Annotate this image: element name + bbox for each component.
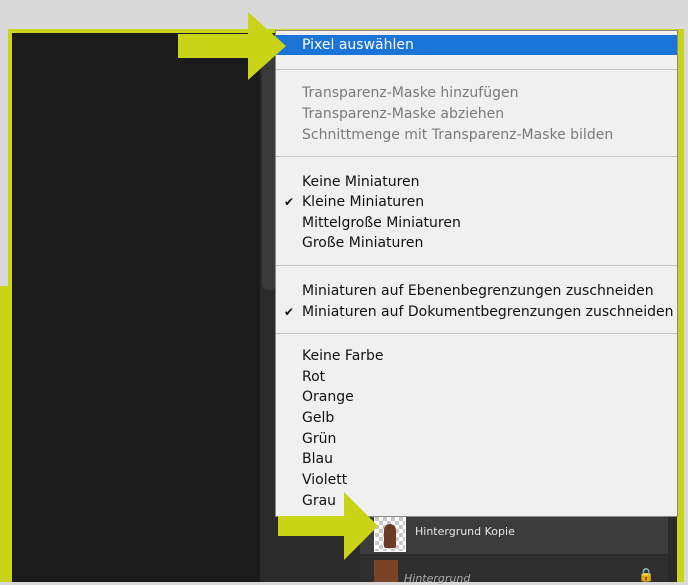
menu-separator	[276, 265, 677, 266]
menu-item-red[interactable]: Rot	[276, 367, 677, 387]
menu-separator	[276, 69, 677, 70]
highlight-frame-left-bottom	[0, 286, 12, 582]
menu-item-clip-to-document-bounds[interactable]: ✔ Miniaturen auf Dokumentbegrenzungen zu…	[276, 302, 677, 322]
canvas-area	[12, 33, 260, 582]
menu-item-no-color[interactable]: Keine Farbe	[276, 346, 677, 366]
layer-name: Hintergrund	[404, 572, 471, 585]
menu-item-medium-thumbnails[interactable]: Mittelgroße Miniaturen	[276, 213, 677, 233]
menu-item-subtract-transparency-mask[interactable]: Transparenz-Maske abziehen	[276, 104, 677, 124]
menu-item-small-thumbnails[interactable]: ✔ Kleine Miniaturen	[276, 192, 677, 212]
thumbnail-figure	[384, 524, 396, 548]
arrow-right-icon	[178, 12, 286, 80]
menu-separator	[276, 333, 677, 334]
arrow-right-icon	[278, 492, 378, 560]
menu-item-label: Miniaturen auf Dokumentbegrenzungen zusc…	[302, 304, 674, 320]
menu-item-yellow[interactable]: Gelb	[276, 408, 677, 428]
layer-context-menu: Pixel auswählen Transparenz-Maske hinzuf…	[276, 31, 677, 516]
menu-item-blue[interactable]: Blau	[276, 449, 677, 469]
menu-item-clip-to-layer-bounds[interactable]: Miniaturen auf Ebenenbegrenzungen zuschn…	[276, 281, 677, 301]
menu-item-large-thumbnails[interactable]: Große Miniaturen	[276, 233, 677, 253]
menu-item-select-pixels[interactable]: Pixel auswählen	[276, 35, 677, 55]
menu-item-orange[interactable]: Orange	[276, 387, 677, 407]
menu-item-violet[interactable]: Violett	[276, 470, 677, 490]
highlight-frame-left-top	[8, 29, 12, 286]
layer-name: Hintergrund Kopie	[415, 525, 515, 538]
checkmark-icon: ✔	[284, 305, 295, 319]
layer-thumbnail	[374, 560, 398, 582]
menu-item-label: Kleine Miniaturen	[302, 194, 425, 210]
menu-item-no-thumbnails[interactable]: Keine Miniaturen	[276, 172, 677, 192]
menu-item-intersect-transparency-mask[interactable]: Schnittmenge mit Transparenz-Maske bilde…	[276, 125, 677, 145]
menu-item-add-transparency-mask[interactable]: Transparenz-Maske hinzufügen	[276, 83, 677, 103]
highlight-frame-right	[677, 29, 684, 582]
menu-separator	[276, 156, 677, 157]
checkmark-icon: ✔	[284, 195, 295, 209]
lock-icon: 🔒	[638, 568, 655, 583]
menu-item-green[interactable]: Grün	[276, 429, 677, 449]
